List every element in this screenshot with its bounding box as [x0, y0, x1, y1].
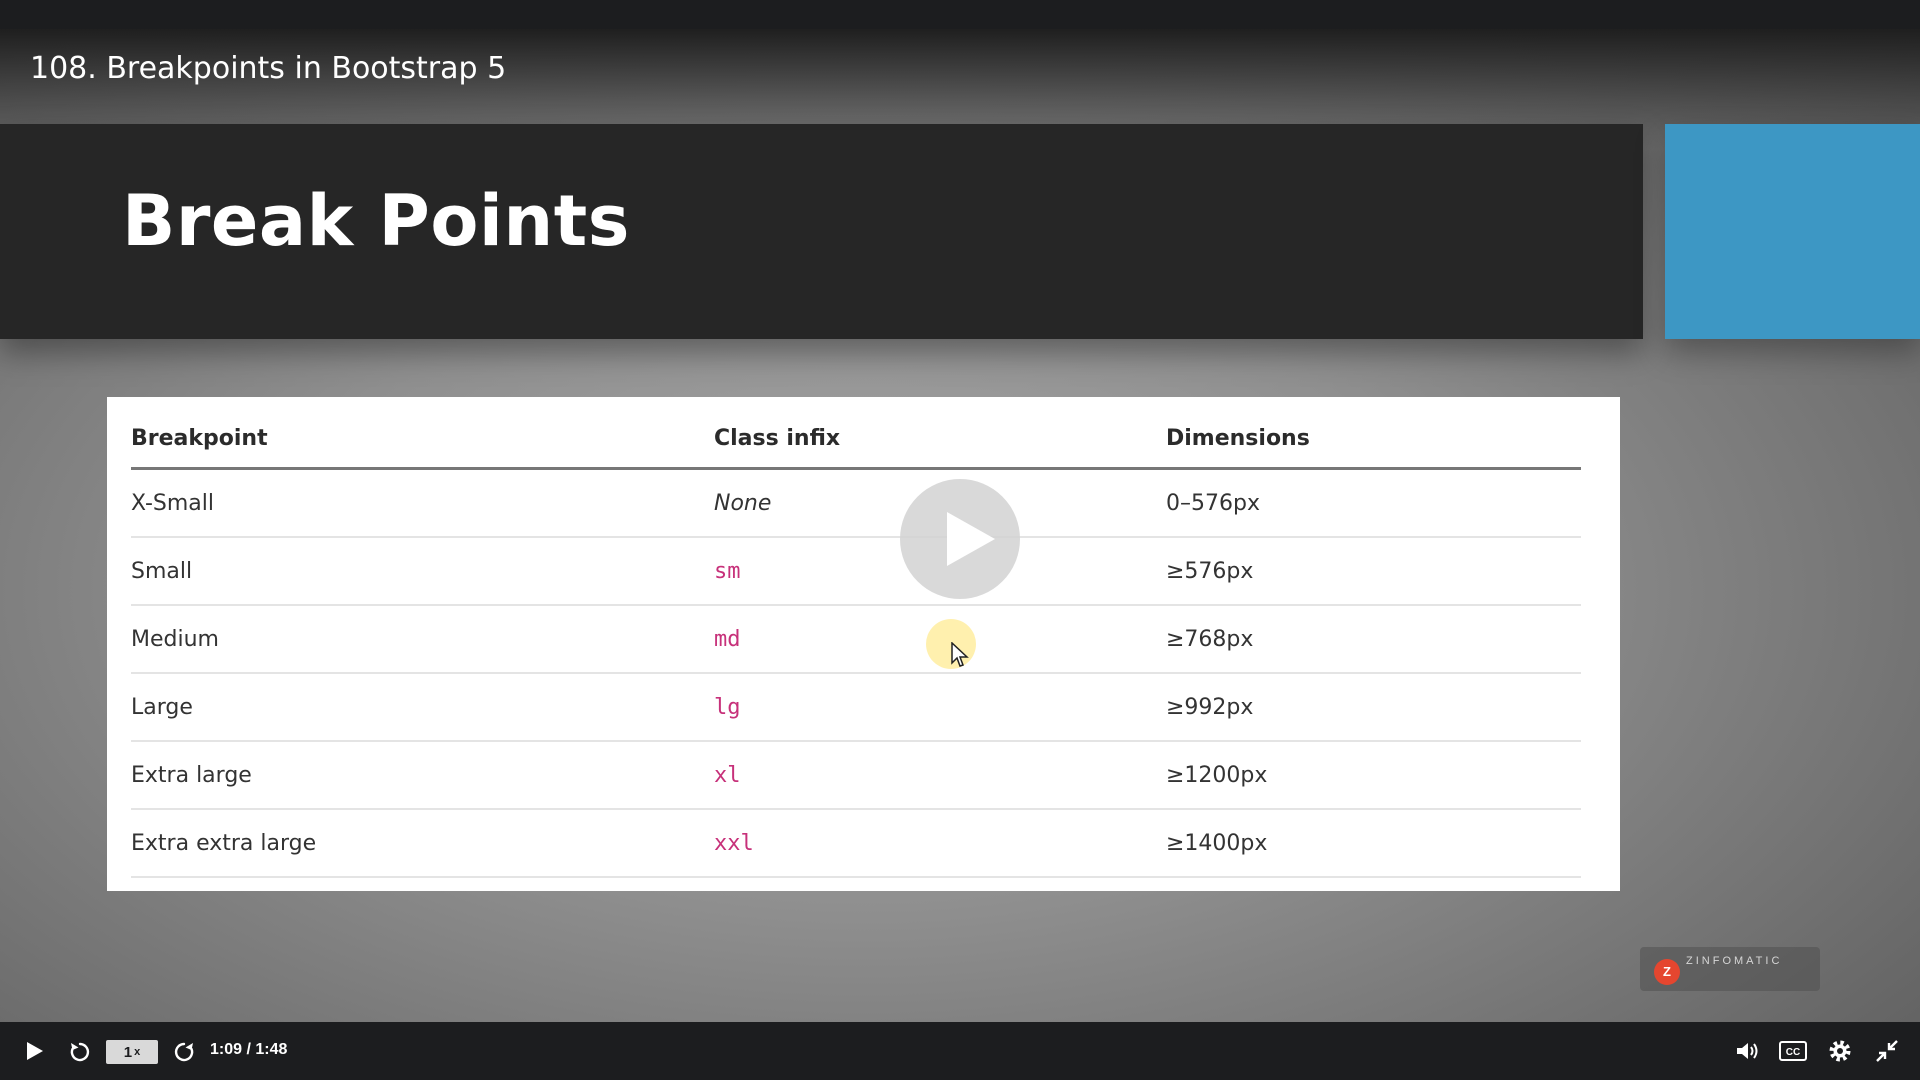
breakpoint-cell: Medium	[131, 605, 714, 674]
big-play-button[interactable]	[900, 479, 1020, 599]
mouse-cursor-icon	[951, 642, 969, 667]
header-dimensions: Dimensions	[1166, 409, 1581, 470]
slide-accent-block	[1665, 124, 1920, 339]
table-row: Medium md ≥768px	[131, 605, 1581, 674]
slide-title: Break Points	[122, 180, 630, 262]
player-control-bar: 1x 1:09 / 1:48 CC	[0, 1022, 1920, 1080]
brand-logo-icon: Z	[1654, 959, 1680, 985]
play-button[interactable]	[20, 1037, 48, 1065]
breakpoint-cell: Extra extra large	[131, 809, 714, 878]
video-title: 108. Breakpoints in Bootstrap 5	[30, 51, 507, 86]
volume-icon	[1737, 1043, 1758, 1059]
header-breakpoint: Breakpoint	[131, 409, 714, 470]
infix-cell: xxl	[714, 809, 1166, 878]
breakpoint-cell: X-Small	[131, 468, 714, 538]
table-header-row: Breakpoint Class infix Dimensions	[131, 409, 1581, 470]
rewind-icon	[70, 1042, 90, 1062]
brand-watermark: Z ZINFOMATIC	[1640, 947, 1820, 991]
volume-button[interactable]	[1733, 1037, 1763, 1065]
settings-button[interactable]	[1825, 1037, 1855, 1065]
dimensions-cell: 0–576px	[1166, 468, 1581, 538]
dimensions-cell: ≥1400px	[1166, 809, 1581, 878]
rewind-button[interactable]	[66, 1037, 94, 1065]
captions-icon: CC	[1779, 1041, 1807, 1061]
breakpoint-cell: Large	[131, 673, 714, 742]
breakpoints-table: Breakpoint Class infix Dimensions X-Smal…	[131, 409, 1581, 878]
exit-fullscreen-button[interactable]	[1872, 1037, 1902, 1065]
infix-cell: xl	[714, 741, 1166, 810]
breakpoints-table-card: Breakpoint Class infix Dimensions X-Smal…	[107, 397, 1620, 891]
table-row: Small sm ≥576px	[131, 537, 1581, 606]
video-frame[interactable]: 108. Breakpoints in Bootstrap 5 Break Po…	[0, 29, 1920, 1051]
table-row: Extra large xl ≥1200px	[131, 741, 1581, 810]
top-bar	[0, 0, 1920, 29]
table-row: Extra extra large xxl ≥1400px	[131, 809, 1581, 878]
forward-icon	[174, 1042, 194, 1062]
table-row: X-Small None 0–576px	[131, 468, 1581, 538]
brand-name: ZINFOMATIC	[1686, 955, 1783, 967]
play-icon	[27, 1042, 43, 1060]
captions-button[interactable]: CC	[1778, 1037, 1808, 1065]
infix-cell: lg	[714, 673, 1166, 742]
playback-speed-button[interactable]: 1x	[106, 1040, 158, 1064]
playback-speed-value: 1	[123, 1043, 133, 1061]
breakpoint-cell: Small	[131, 537, 714, 606]
header-class-infix: Class infix	[714, 409, 1166, 470]
dimensions-cell: ≥992px	[1166, 673, 1581, 742]
playback-speed-suffix: x	[134, 1046, 141, 1058]
breakpoint-cell: Extra large	[131, 741, 714, 810]
time-display: 1:09 / 1:48	[210, 1041, 288, 1058]
settings-icon	[1829, 1040, 1851, 1062]
svg-text:CC: CC	[1786, 1047, 1800, 1058]
dimensions-cell: ≥1200px	[1166, 741, 1581, 810]
dimensions-cell: ≥768px	[1166, 605, 1581, 674]
slide-header: Break Points	[0, 124, 1643, 339]
forward-button[interactable]	[170, 1037, 198, 1065]
dimensions-cell: ≥576px	[1166, 537, 1581, 606]
table-row: Large lg ≥992px	[131, 673, 1581, 742]
exit-fullscreen-icon	[1876, 1040, 1898, 1062]
